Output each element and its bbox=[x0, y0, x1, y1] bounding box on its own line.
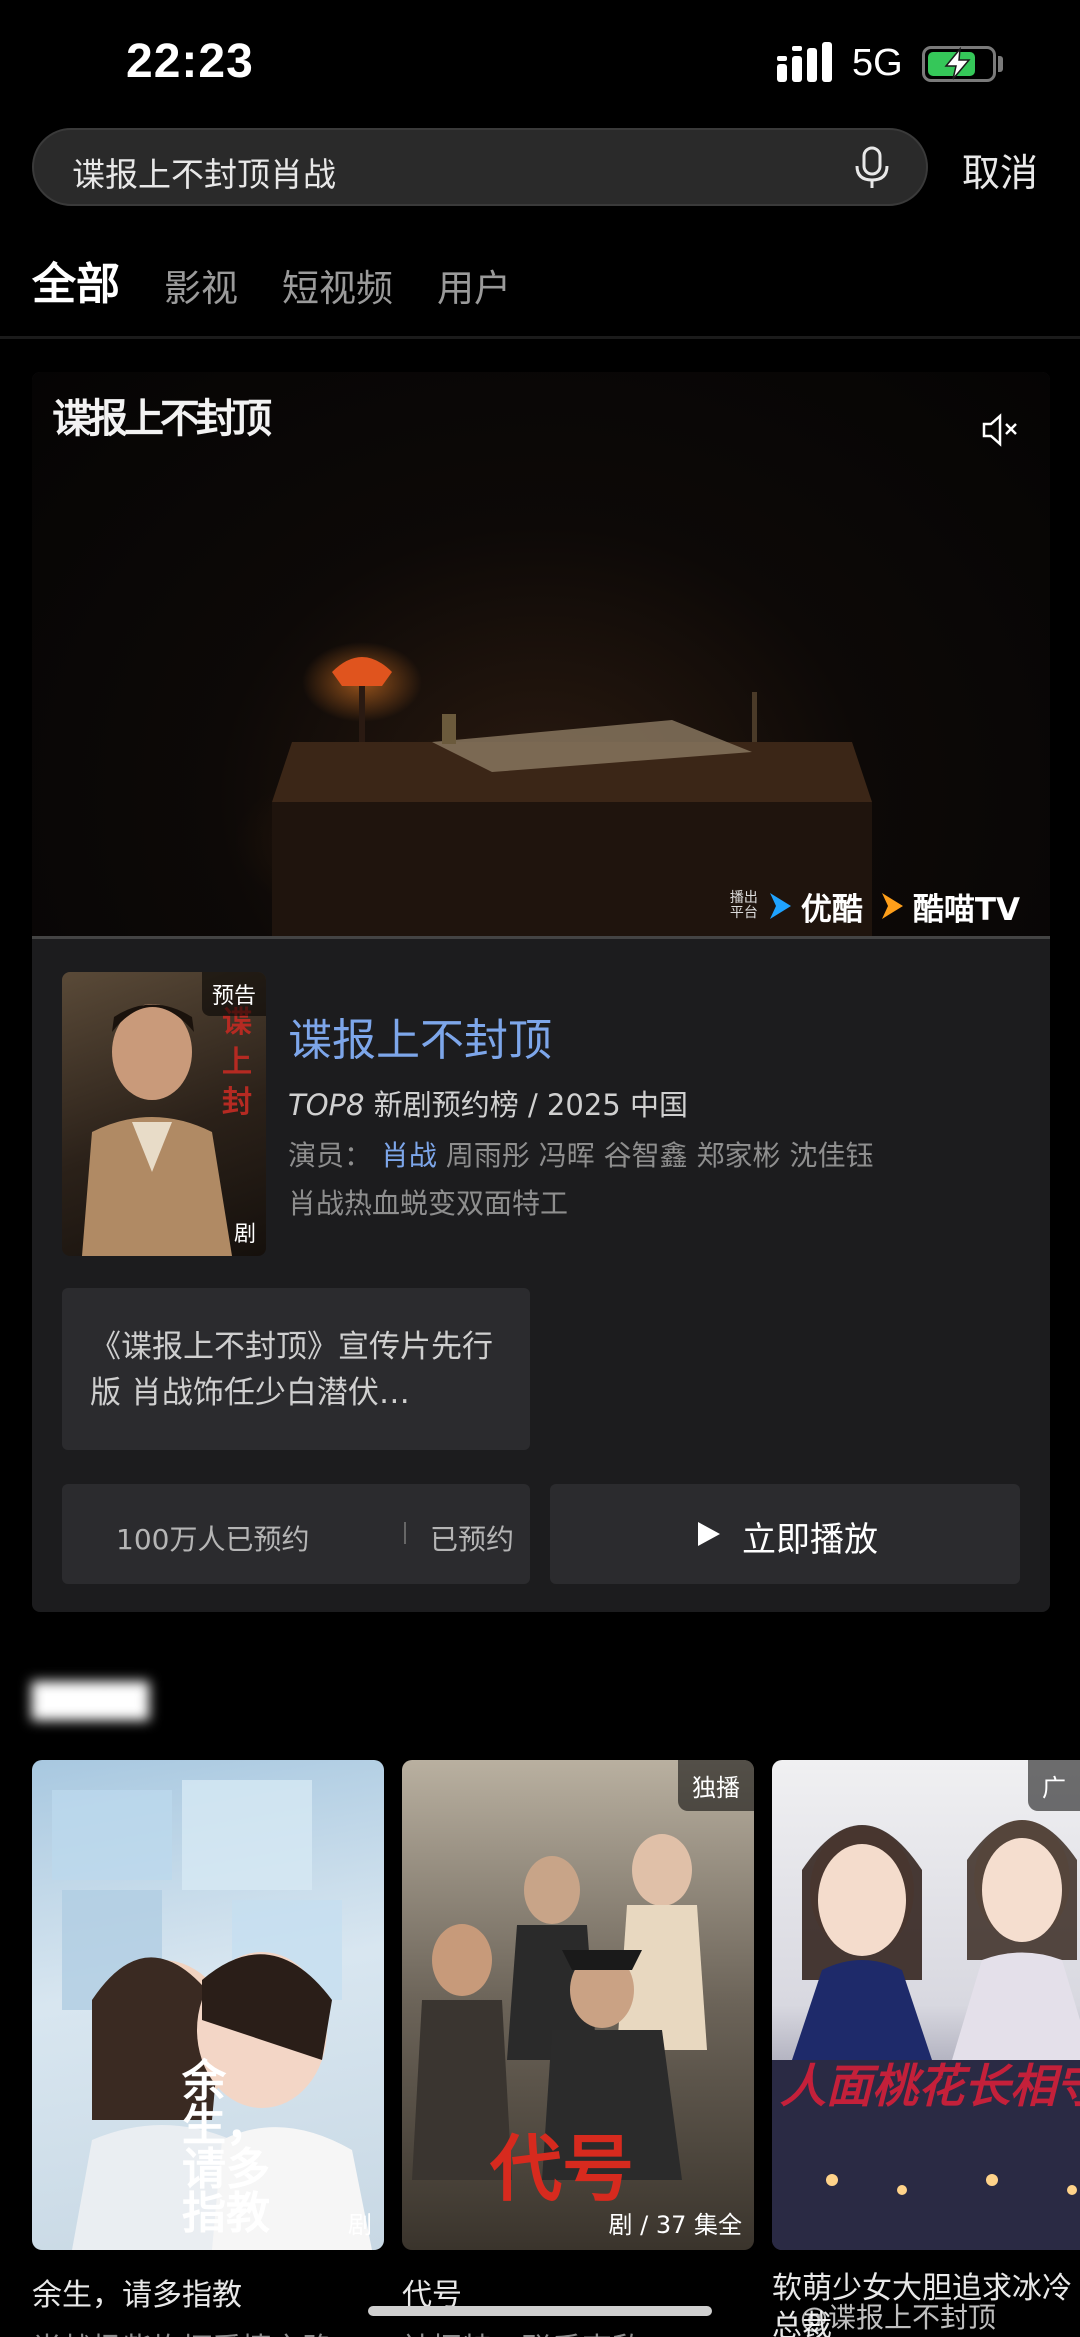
related-item[interactable]: 代号 独播 剧 / 37 集全 代号 神探特工联手克敌 bbox=[402, 1760, 754, 2337]
tab-film-tv[interactable]: 影视 bbox=[164, 258, 238, 312]
cast-lead-link[interactable]: 肖战 bbox=[381, 1139, 437, 1172]
tabs-divider bbox=[0, 336, 1080, 339]
related-poster[interactable]: 余生，请多指教 剧 bbox=[32, 1760, 384, 2250]
search-input[interactable]: 谍报上不封顶肖战 bbox=[32, 128, 928, 206]
year-region: / 2025 中国 bbox=[527, 1088, 688, 1122]
related-poster[interactable]: 代号 独播 剧 / 37 集全 bbox=[402, 1760, 754, 2250]
youku-icon bbox=[769, 893, 791, 919]
trailer-title: 《谍报上不封顶》宣传片先行版 肖战饰任少白潜伏… bbox=[90, 1329, 493, 1411]
svg-text:上: 上 bbox=[222, 1045, 252, 1080]
show-meta: TOP8 新剧预约榜 / 2025 中国 bbox=[288, 1082, 688, 1124]
poster-art-text: 人面桃花长相守 bbox=[780, 2059, 1080, 2113]
trailer-card[interactable]: 《谍报上不封顶》宣传片先行版 肖战饰任少白潜伏… bbox=[62, 1288, 530, 1450]
ad-badge: 广 bbox=[1028, 1760, 1080, 1811]
related-subtitle: 肖战杨紫坎坷爱情之路 bbox=[32, 2324, 384, 2337]
related-tag: 剧 / 37 集全 bbox=[608, 2211, 742, 2239]
tab-users[interactable]: 用户 bbox=[437, 258, 511, 312]
cancel-button[interactable]: 取消 bbox=[962, 142, 1038, 197]
search-tabs: 全部 影视 短视频 用户 bbox=[32, 252, 555, 312]
rank-list[interactable]: 新剧预约榜 bbox=[374, 1088, 519, 1122]
featured-show-card: 谍报上不封顶 播出平台 优酷 酷喵TV 谍 上 封 预告 剧 谍报上不封顶 TO… bbox=[32, 372, 1050, 1612]
cast-others: 周雨彤 冯晖 谷智鑫 郑家彬 沈佳钰 bbox=[445, 1139, 874, 1172]
poster-badge: 预告 bbox=[201, 972, 266, 1016]
platform-caption: 播出平台 bbox=[729, 890, 758, 921]
svg-text:封: 封 bbox=[222, 1085, 252, 1120]
status-time: 22:23 bbox=[126, 35, 254, 88]
platform-row: 播出平台 优酷 酷喵TV bbox=[729, 886, 1028, 928]
show-cast: 演员： 肖战 周雨彤 冯晖 谷智鑫 郑家彬 沈佳钰 bbox=[288, 1134, 873, 1174]
mic-icon[interactable] bbox=[852, 146, 892, 190]
cast-label: 演员： bbox=[288, 1139, 373, 1172]
poster-art-text: 余生，请多指教 bbox=[182, 2056, 270, 2239]
status-bar: 22:23 5G bbox=[0, 0, 1080, 120]
search-query: 谍报上不封顶肖战 bbox=[72, 155, 336, 194]
poster-art-drama bbox=[772, 1820, 1080, 2250]
battery-cap bbox=[998, 56, 1003, 72]
video-title-logo: 谍报上不封顶 bbox=[52, 395, 272, 442]
show-description: 肖战热血蜕变双面特工 bbox=[288, 1187, 569, 1220]
show-title[interactable]: 谍报上不封顶 bbox=[288, 1004, 552, 1068]
related-section-title: ▇▇▇▇ bbox=[32, 1676, 149, 1720]
platform-kumiao-tv: 酷喵TV bbox=[912, 891, 1020, 928]
charging-bolt-icon bbox=[944, 47, 971, 80]
related-item[interactable]: 余生，请多指教 剧 余生，请多指教 肖战杨紫坎坷爱情之路 bbox=[32, 1760, 384, 2337]
home-indicator[interactable] bbox=[368, 2306, 712, 2316]
network-type: 5G bbox=[852, 42, 903, 84]
show-poster[interactable]: 谍 上 封 预告 剧 bbox=[62, 972, 266, 1256]
tab-all[interactable]: 全部 bbox=[32, 248, 120, 312]
exclusive-badge: 独播 bbox=[678, 1760, 754, 1811]
speaker-muted-icon[interactable] bbox=[980, 410, 1020, 450]
signal-icon bbox=[777, 42, 832, 82]
watermark: @谍报上不封顶 bbox=[800, 2301, 997, 2334]
tab-short-video[interactable]: 短视频 bbox=[282, 258, 393, 312]
reserve-count: 100万人已预约 bbox=[116, 1523, 310, 1556]
rank-label: TOP8 bbox=[288, 1088, 365, 1122]
poster-art-text: 代号 bbox=[490, 2126, 635, 2211]
related-item[interactable]: 人面桃花长相守 广 软萌少女大胆追求冰冷总裁 bbox=[772, 1760, 1080, 2337]
play-label: 立即播放 bbox=[742, 1520, 878, 1560]
related-subtitle: 神探特工联手克敌 bbox=[402, 2324, 754, 2337]
reserve-state: 已预约 bbox=[430, 1523, 515, 1556]
related-title: 余生，请多指教 bbox=[32, 2278, 242, 2313]
related-poster[interactable]: 人面桃花长相守 广 bbox=[772, 1760, 1080, 2250]
poster-tag: 剧 bbox=[233, 1222, 256, 1247]
kumiao-tv-icon bbox=[881, 893, 903, 919]
reserve-separator bbox=[404, 1522, 406, 1544]
reserve-button[interactable]: 100万人已预约 已预约 bbox=[62, 1484, 530, 1584]
play-icon bbox=[698, 1522, 720, 1546]
trailer-video[interactable]: 谍报上不封顶 播出平台 优酷 酷喵TV bbox=[32, 372, 1050, 938]
platform-youku: 优酷 bbox=[800, 891, 863, 928]
video-progress-bar[interactable] bbox=[32, 936, 1050, 939]
related-tag: 剧 bbox=[348, 2211, 372, 2239]
play-now-button[interactable]: 立即播放 bbox=[550, 1484, 1020, 1584]
